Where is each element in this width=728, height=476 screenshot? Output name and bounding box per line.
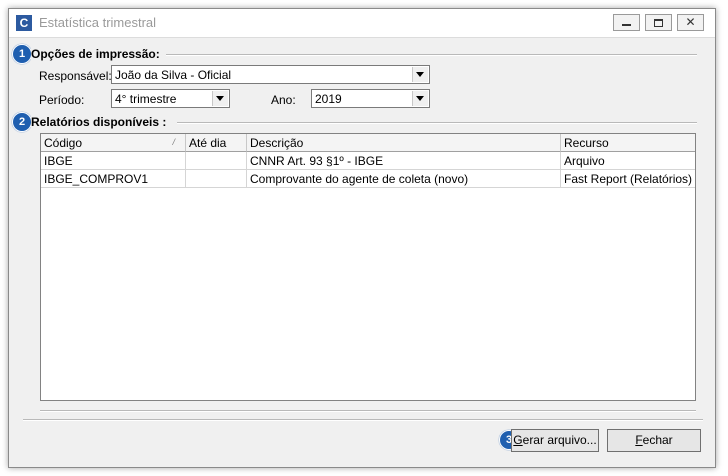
column-header-codigo[interactable]: Código /	[41, 134, 186, 152]
print-options-title: Opções de impressão:	[31, 47, 166, 61]
table-cell: IBGE	[41, 152, 186, 170]
maximize-icon	[654, 19, 663, 27]
periodo-select[interactable]: 4° trimestre	[111, 89, 230, 108]
dialog-window: C Estatística trimestral ✕ 1 Opções de i…	[8, 8, 716, 468]
table-cell: Comprovante do agente de coleta (novo)	[247, 170, 561, 188]
close-icon: ✕	[685, 15, 696, 29]
reports-table[interactable]: Código / Até dia Descrição Recurso IBGE …	[40, 133, 696, 401]
reports-title: Relatórios disponíveis :	[31, 115, 173, 129]
table-cell: IBGE_COMPROV1	[41, 170, 186, 188]
responsavel-value: João da Silva - Oficial	[115, 68, 232, 82]
minimize-icon	[622, 24, 631, 26]
gerar-arquivo-button[interactable]: Gerar arquivo...	[511, 429, 599, 452]
responsavel-select[interactable]: João da Silva - Oficial	[111, 65, 430, 84]
periodo-label: Período:	[39, 93, 85, 107]
chevron-down-icon[interactable]	[412, 91, 428, 106]
section-divider	[159, 54, 697, 56]
minimize-button[interactable]	[613, 14, 640, 31]
footer-divider	[23, 419, 703, 421]
ano-label: Ano:	[271, 93, 296, 107]
column-header-ate-dia[interactable]: Até dia	[186, 134, 247, 152]
chevron-down-icon[interactable]	[412, 67, 428, 82]
table-cell	[186, 152, 247, 170]
column-header-recurso[interactable]: Recurso	[561, 134, 695, 152]
close-button[interactable]: ✕	[677, 14, 704, 31]
table-cell: CNNR Art. 93 §1º - IBGE	[247, 152, 561, 170]
table-cell: Arquivo	[561, 152, 695, 170]
chevron-down-icon[interactable]	[212, 91, 228, 106]
maximize-button[interactable]	[645, 14, 672, 31]
ano-select[interactable]: 2019	[311, 89, 430, 108]
app-logo-icon: C	[16, 15, 32, 31]
table-bottom-divider	[40, 410, 696, 412]
table-cell	[186, 170, 247, 188]
table-cell: Fast Report (Relatórios)	[561, 170, 695, 188]
responsavel-label: Responsável:	[39, 69, 112, 83]
fechar-button[interactable]: Fechar	[607, 429, 701, 452]
ano-value: 2019	[315, 92, 342, 106]
step-badge-2: 2	[12, 112, 32, 132]
section-divider	[177, 122, 697, 124]
title-bar: C Estatística trimestral ✕	[9, 9, 715, 38]
sort-icon: /	[172, 137, 175, 147]
column-header-descricao[interactable]: Descrição	[247, 134, 561, 152]
periodo-value: 4° trimestre	[115, 92, 177, 106]
step-badge-1: 1	[12, 44, 32, 64]
window-title: Estatística trimestral	[39, 15, 157, 30]
